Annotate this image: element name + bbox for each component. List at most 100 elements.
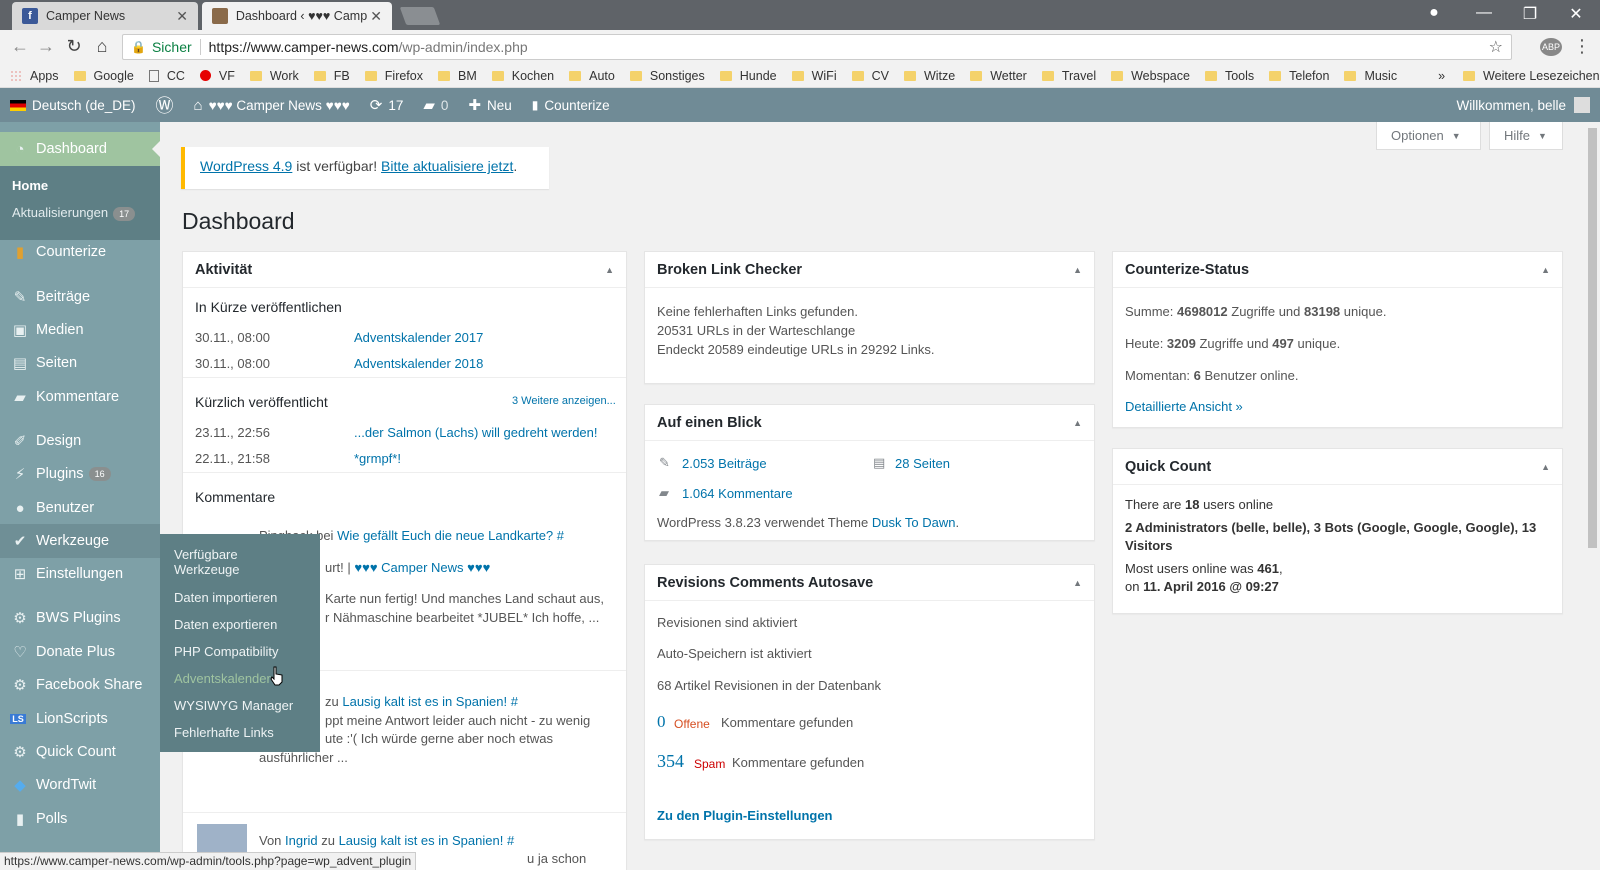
back-icon[interactable]: ← xyxy=(10,36,30,57)
bookmark-travel[interactable]: Travel xyxy=(1041,69,1096,83)
collapse-icon[interactable]: ▲ xyxy=(1073,418,1082,428)
close-icon[interactable]: ✕ xyxy=(176,8,188,25)
sidebar-item-counterize[interactable]: ▮ Counterize xyxy=(0,235,160,269)
collapse-icon[interactable]: ▲ xyxy=(1541,462,1550,472)
flyout-adventskalender[interactable]: Adventskalender xyxy=(174,671,274,686)
bookmark-google[interactable]: Google xyxy=(73,69,134,83)
help-button[interactable]: Hilfe ▼ xyxy=(1489,122,1563,150)
sidebar-item-tools[interactable]: ✔ Werkzeuge xyxy=(0,524,160,558)
comments-link[interactable]: ▰ 0 xyxy=(423,96,448,114)
bookmark-witze[interactable]: Witze xyxy=(903,69,955,83)
sidebar-item-bws-plugins[interactable]: ⚙ BWS Plugins xyxy=(0,601,160,635)
browser-tab-dashboard[interactable]: Dashboard ‹ ♥♥♥ Camp ✕ xyxy=(202,2,392,30)
comment-author-link[interactable]: Ingrid xyxy=(285,833,318,848)
detailed-view-link[interactable]: Detaillierte Ansicht » xyxy=(1125,399,1243,414)
bookmark-cc[interactable]: CC xyxy=(148,69,185,83)
home-icon[interactable]: ⌂ xyxy=(92,36,112,57)
collapse-icon[interactable]: ▲ xyxy=(1541,265,1550,275)
flyout-broken-links[interactable]: Fehlerhafte Links xyxy=(174,725,274,740)
collapse-icon[interactable]: ▲ xyxy=(1073,265,1082,275)
theme-link[interactable]: Dusk To Dawn xyxy=(872,515,956,530)
widget-header[interactable]: Auf einen Blick ▲ xyxy=(645,405,1094,441)
site-name-link[interactable]: ⌂ ♥♥♥ Camper News ♥♥♥ xyxy=(194,97,350,114)
reload-icon[interactable]: ↻ xyxy=(64,36,84,57)
sidebar-item-posts[interactable]: ✎ Beiträge xyxy=(0,280,160,314)
bookmark-music[interactable]: Music xyxy=(1344,69,1397,83)
forward-icon[interactable]: → xyxy=(36,36,56,57)
url-input[interactable]: 🔒 Sicher https://www.camper-news.com/wp-… xyxy=(122,34,1512,60)
widget-header[interactable]: Counterize-Status ▲ xyxy=(1113,252,1562,288)
bookmark-fb[interactable]: FB xyxy=(313,69,350,83)
bookmark-kochen[interactable]: Kochen xyxy=(491,69,554,83)
bookmark-work[interactable]: Work xyxy=(249,69,299,83)
scheduled-post-link[interactable]: Adventskalender 2017 xyxy=(354,330,483,345)
submenu-home[interactable]: Home xyxy=(12,178,48,193)
sidebar-item-quick-count[interactable]: ⚙ Quick Count xyxy=(0,735,160,769)
scheduled-post-link[interactable]: Adventskalender 2018 xyxy=(354,356,483,371)
wordpress-version-link[interactable]: WordPress 4.9 xyxy=(200,158,292,174)
comment-post-link[interactable]: Lausig kalt ist es in Spanien! # xyxy=(339,833,515,848)
page-scrollbar[interactable] xyxy=(1585,122,1600,852)
recent-post-link[interactable]: *grmpf*! xyxy=(354,451,401,466)
flyout-import[interactable]: Daten importieren xyxy=(174,590,277,605)
sidebar-item-design[interactable]: ✐ Design xyxy=(0,424,160,458)
adblock-icon[interactable]: ABP xyxy=(1540,38,1562,56)
sidebar-item-polls[interactable]: ▮ Polls xyxy=(0,802,160,836)
minimize-icon[interactable]: — xyxy=(1472,4,1496,22)
screen-options-button[interactable]: Optionen ▼ xyxy=(1376,122,1481,150)
comment-post-link[interactable]: Lausig kalt ist es in Spanien! # xyxy=(342,694,518,709)
sidebar-item-lionscripts[interactable]: LS LionScripts xyxy=(0,702,160,736)
sidebar-item-dashboard[interactable]: ◔ Dashboard xyxy=(0,132,160,166)
wordpress-logo-icon[interactable]: Ⓦ xyxy=(156,92,174,118)
language-switcher[interactable]: Deutsch (de_DE) xyxy=(10,98,136,113)
submenu-updates[interactable]: Aktualisierungen 17 xyxy=(12,205,136,221)
bookmark-apps[interactable]: Apps xyxy=(10,69,59,83)
counterize-link[interactable]: ▮ Counterize xyxy=(532,98,610,113)
widget-header[interactable]: Revisions Comments Autosave ▲ xyxy=(645,565,1094,601)
bookmark-tools[interactable]: Tools xyxy=(1204,69,1254,83)
new-content-link[interactable]: ✚ Neu xyxy=(468,96,511,114)
browser-tab-camper-news[interactable]: f Camper News ✕ xyxy=(12,2,198,30)
bookmark-sonstiges[interactable]: Sonstiges xyxy=(629,69,705,83)
bookmark-other[interactable]: Weitere Lesezeichen xyxy=(1463,69,1600,83)
widget-header[interactable]: Aktivität ▲ xyxy=(183,252,626,288)
collapse-icon[interactable]: ▲ xyxy=(1073,578,1082,588)
sidebar-item-users[interactable]: ● Benutzer xyxy=(0,491,160,525)
updates-link[interactable]: ⟳ 17 xyxy=(370,96,404,114)
bookmark-bm[interactable]: BM xyxy=(437,69,477,83)
bookmarks-overflow[interactable]: » xyxy=(1438,69,1445,83)
close-window-icon[interactable]: ✕ xyxy=(1564,4,1588,24)
sidebar-item-plugins[interactable]: ⚡ Plugins 16 xyxy=(0,457,160,491)
sidebar-item-facebook-share[interactable]: ⚙ Facebook Share xyxy=(0,668,160,702)
flyout-export[interactable]: Daten exportieren xyxy=(174,617,277,632)
account-menu[interactable]: Willkommen, belle xyxy=(1456,97,1590,113)
bookmark-auto[interactable]: Auto xyxy=(569,69,615,83)
plugin-settings-link[interactable]: Zu den Plugin-Einstellungen xyxy=(657,808,833,823)
pages-count-link[interactable]: 28 Seiten xyxy=(895,456,950,471)
sidebar-item-comments[interactable]: ▰ Kommentare xyxy=(0,380,160,414)
maximize-icon[interactable]: ❐ xyxy=(1518,4,1542,24)
close-icon[interactable]: ✕ xyxy=(370,8,382,25)
new-tab-button[interactable] xyxy=(399,7,441,25)
menu-dots-icon[interactable]: ⋮ xyxy=(1572,36,1592,57)
show-more-link[interactable]: 3 Weitere anzeigen... xyxy=(512,395,616,407)
comment-post-link[interactable]: Wie gefällt Euch die neue Landkarte? # xyxy=(337,528,564,543)
posts-count-link[interactable]: 2.053 Beiträge xyxy=(682,456,767,471)
bookmark-cv[interactable]: CV xyxy=(851,69,889,83)
bookmark-star-icon[interactable]: ☆ xyxy=(1489,37,1503,57)
sidebar-item-pages[interactable]: ▤ Seiten xyxy=(0,346,160,380)
update-now-link[interactable]: Bitte aktualisiere jetzt xyxy=(381,158,513,174)
sidebar-item-donate-plus[interactable]: ♡ Donate Plus xyxy=(0,635,160,669)
sidebar-item-settings[interactable]: ⊞ Einstellungen xyxy=(0,557,160,591)
bookmark-wetter[interactable]: Wetter xyxy=(970,69,1027,83)
collapse-icon[interactable]: ▲ xyxy=(605,265,614,275)
flyout-php-compatibility[interactable]: PHP Compatibility xyxy=(174,644,279,659)
flyout-available-tools[interactable]: Verfügbare Werkzeuge xyxy=(174,547,284,577)
bookmark-firefox[interactable]: Firefox xyxy=(364,69,423,83)
bookmark-wifi[interactable]: WiFi xyxy=(791,69,837,83)
bookmark-telefon[interactable]: Telefon xyxy=(1269,69,1329,83)
widget-header[interactable]: Quick Count ▲ xyxy=(1113,449,1562,485)
flyout-wysiwyg-manager[interactable]: WYSIWYG Manager xyxy=(174,698,293,713)
site-link[interactable]: ♥♥♥ Camper News ♥♥♥ xyxy=(354,560,490,575)
widget-header[interactable]: Broken Link Checker ▲ xyxy=(645,252,1094,288)
